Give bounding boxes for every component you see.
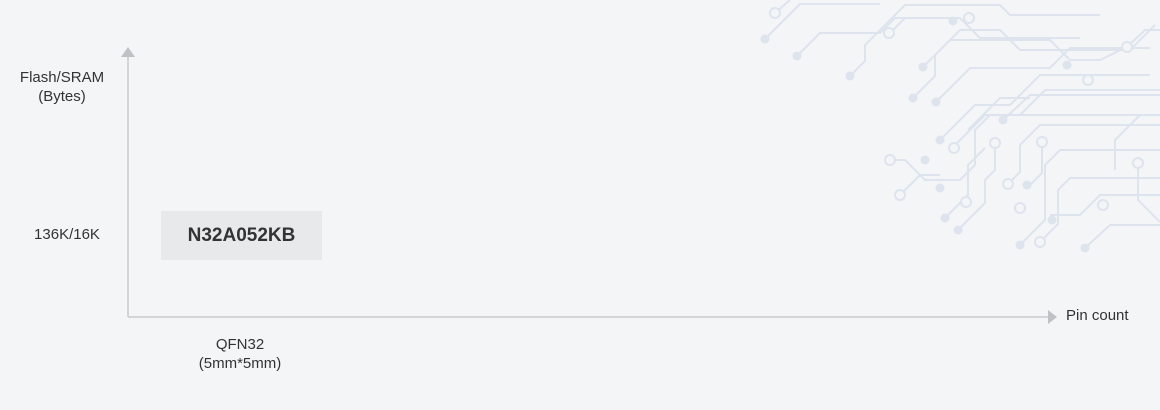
y-axis-arrow-icon — [121, 47, 135, 57]
y-axis-title-line1: Flash/SRAM — [19, 69, 105, 86]
x-axis-arrow-icon — [1048, 310, 1057, 324]
y-tick-label: 136K/16K — [34, 226, 100, 243]
x-axis-title: Pin count — [1066, 307, 1129, 324]
y-axis-title: Flash/SRAM (Bytes) — [10, 68, 114, 106]
x-tick-label-line1: QFN32 — [215, 336, 265, 353]
product-chip-n32a052kb: N32A052KB — [161, 211, 322, 260]
x-tick-label: QFN32 (5mm*5mm) — [160, 335, 320, 373]
y-axis-title-line2: (Bytes) — [38, 88, 86, 105]
x-tick-label-line2: (5mm*5mm) — [198, 355, 282, 372]
